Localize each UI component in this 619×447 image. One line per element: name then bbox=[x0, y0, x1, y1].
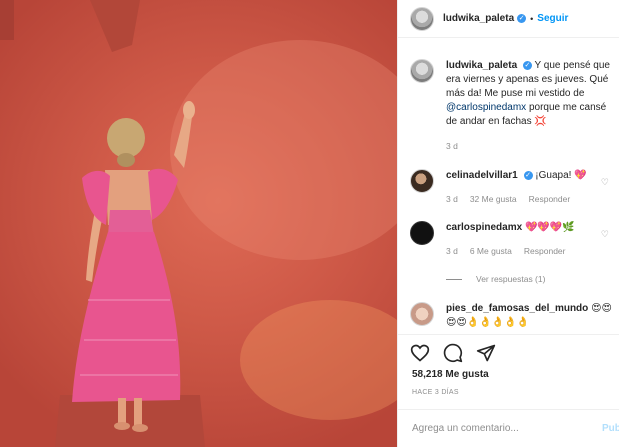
commenter-avatar[interactable] bbox=[410, 302, 434, 326]
caption-mention-link[interactable]: @carlospinedamx bbox=[446, 102, 526, 113]
comment-like-heart-icon[interactable]: ♡ bbox=[601, 229, 609, 240]
add-comment-bar: Agrega un comentario... Pub bbox=[398, 409, 619, 447]
replies-divider bbox=[446, 278, 462, 280]
heart-icon[interactable] bbox=[410, 343, 430, 363]
comment-meta: 3 d 6 Me gusta Responder bbox=[446, 244, 616, 258]
comments-list: ludwika_paleta ✓ Y que pensé que era vie… bbox=[398, 38, 619, 338]
comment-bubble-icon[interactable] bbox=[443, 343, 463, 363]
caption-time[interactable]: 3 d bbox=[446, 139, 458, 153]
comment-text: ¡Guapa! 💖 bbox=[535, 170, 587, 181]
light-patch bbox=[170, 40, 397, 260]
comment-body: pies_de_famosas_del_mundo 😍😍😍😍👌👌👌👌👌 bbox=[446, 302, 616, 330]
light-patch-lower bbox=[240, 300, 397, 420]
verified-badge-icon: ✓ bbox=[522, 60, 532, 70]
comment-author[interactable]: pies_de_famosas_del_mundo bbox=[446, 303, 588, 314]
comment-likes[interactable]: 32 Me gusta bbox=[470, 192, 517, 206]
verified-badge-icon: ✓ bbox=[523, 170, 533, 180]
comment-meta: 3 d 32 Me gusta Responder bbox=[446, 192, 616, 206]
comment-text: 💖💖💖🌿 bbox=[524, 222, 575, 233]
post-header: ludwika_paleta ✓ • Seguir bbox=[398, 0, 619, 38]
post-photo bbox=[0, 0, 397, 447]
view-replies-label[interactable]: Ver respuestas (1) bbox=[476, 274, 545, 284]
author-avatar[interactable] bbox=[410, 6, 434, 31]
woman-figure bbox=[72, 101, 195, 432]
commenter-avatar[interactable] bbox=[410, 221, 434, 245]
publish-button[interactable]: Pub bbox=[602, 423, 619, 434]
post-timestamp[interactable]: HACE 3 DÍAS bbox=[412, 389, 459, 396]
caption-body: ludwika_paleta ✓ Y que pensé que era vie… bbox=[446, 59, 616, 153]
share-paper-plane-icon[interactable] bbox=[476, 343, 496, 363]
commenter-avatar[interactable] bbox=[410, 169, 434, 193]
separator-dot: • bbox=[530, 13, 534, 24]
like-count[interactable]: 58,218 Me gusta bbox=[412, 369, 489, 380]
view-replies-button[interactable]: Ver respuestas (1) bbox=[446, 274, 545, 284]
author-username[interactable]: ludwika_paleta bbox=[443, 13, 514, 24]
comment-body: celinadelvillar1 ✓ ¡Guapa! 💖 3 d 32 Me g… bbox=[446, 169, 616, 206]
caption-meta: 3 d bbox=[446, 139, 616, 153]
photo-illustration bbox=[0, 0, 397, 447]
comment-body: carlospinedamx 💖💖💖🌿 3 d 6 Me gusta Respo… bbox=[446, 221, 616, 258]
action-icons bbox=[410, 343, 496, 363]
floor-step bbox=[55, 395, 205, 447]
follow-button[interactable]: Seguir bbox=[537, 13, 568, 24]
verified-badge-icon: ✓ bbox=[517, 14, 527, 23]
wall-edge bbox=[0, 0, 14, 40]
caption-author[interactable]: ludwika_paleta bbox=[446, 60, 517, 71]
author-avatar[interactable] bbox=[410, 59, 434, 83]
post-actions: 58,218 Me gusta HACE 3 DÍAS Agrega un co… bbox=[398, 334, 619, 447]
comment-time[interactable]: 3 d bbox=[446, 244, 458, 258]
comment-time[interactable]: 3 d bbox=[446, 192, 458, 206]
reply-button[interactable]: Responder bbox=[524, 244, 566, 258]
reply-button[interactable]: Responder bbox=[529, 192, 571, 206]
comment-like-heart-icon[interactable]: ♡ bbox=[601, 177, 609, 188]
comment-likes[interactable]: 6 Me gusta bbox=[470, 244, 512, 258]
wall-lamp bbox=[90, 0, 140, 52]
comment-input[interactable]: Agrega un comentario... bbox=[412, 423, 519, 434]
comment-author[interactable]: carlospinedamx bbox=[446, 222, 522, 233]
post-sidebar: ludwika_paleta ✓ • Seguir ludwika_paleta… bbox=[397, 0, 619, 447]
comment-author[interactable]: celinadelvillar1 bbox=[446, 170, 518, 181]
